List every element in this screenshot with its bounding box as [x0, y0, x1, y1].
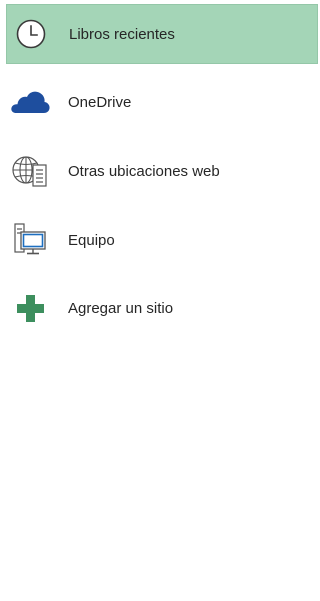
clock-icon: [9, 14, 53, 54]
place-label-computer: Equipo: [68, 231, 115, 249]
onedrive-cloud-icon: [8, 82, 52, 122]
place-item-add-a-place[interactable]: Agregar un sitio: [6, 278, 318, 338]
place-item-onedrive[interactable]: OneDrive: [6, 72, 318, 132]
place-label-onedrive: OneDrive: [68, 93, 132, 111]
globe-server-icon: [8, 151, 52, 191]
place-item-recent-workbooks[interactable]: Libros recientes: [6, 4, 318, 64]
place-item-computer[interactable]: Equipo: [6, 210, 318, 270]
places-list: Libros recientes OneDrive Otras ubicacio…: [0, 0, 318, 601]
place-label-other-web-locations: Otras ubicaciones web: [68, 162, 220, 180]
place-label-recent-workbooks: Libros recientes: [69, 25, 175, 43]
plus-icon: [8, 288, 52, 328]
place-item-other-web-locations[interactable]: Otras ubicaciones web: [6, 141, 318, 201]
computer-icon: [8, 220, 52, 260]
place-label-add-a-place: Agregar un sitio: [68, 299, 174, 317]
